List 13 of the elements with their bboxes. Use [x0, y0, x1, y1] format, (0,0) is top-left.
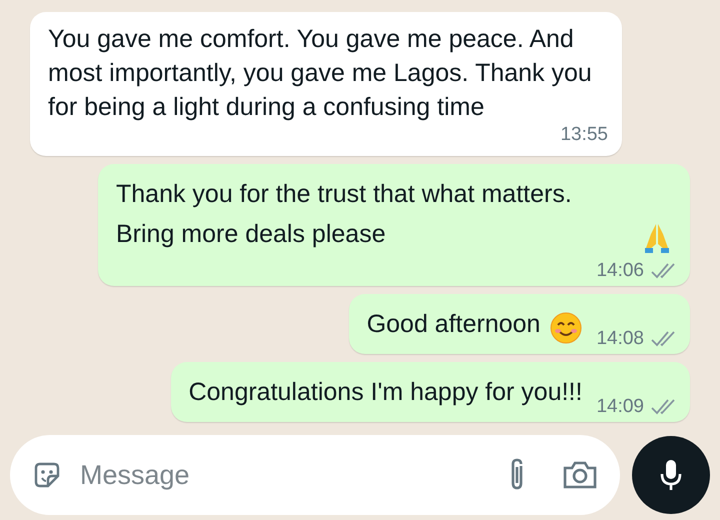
- camera-icon[interactable]: [562, 460, 598, 490]
- microphone-icon: [659, 458, 683, 492]
- message-text-input[interactable]: Message: [78, 458, 490, 492]
- sticker-icon[interactable]: [32, 460, 62, 490]
- message-text: Thank you for the trust that what matters. Bring more deals please: [116, 179, 573, 250]
- message-time: 14:09: [596, 396, 644, 418]
- message-time: 14:06: [596, 260, 644, 282]
- message-text: You gave me comfort. You gave me peace. And most importantly, you gave me Lagos. Thank you for being a light during a confusing time: [48, 24, 593, 123]
- message-text: Good afternoon: [366, 309, 540, 340]
- message-input-field[interactable]: Message: [10, 435, 620, 515]
- message-time: 13:55: [560, 124, 608, 146]
- message-time: 14:08: [596, 328, 644, 350]
- message-text: Congratulations I'm happy for you!!!: [188, 377, 582, 408]
